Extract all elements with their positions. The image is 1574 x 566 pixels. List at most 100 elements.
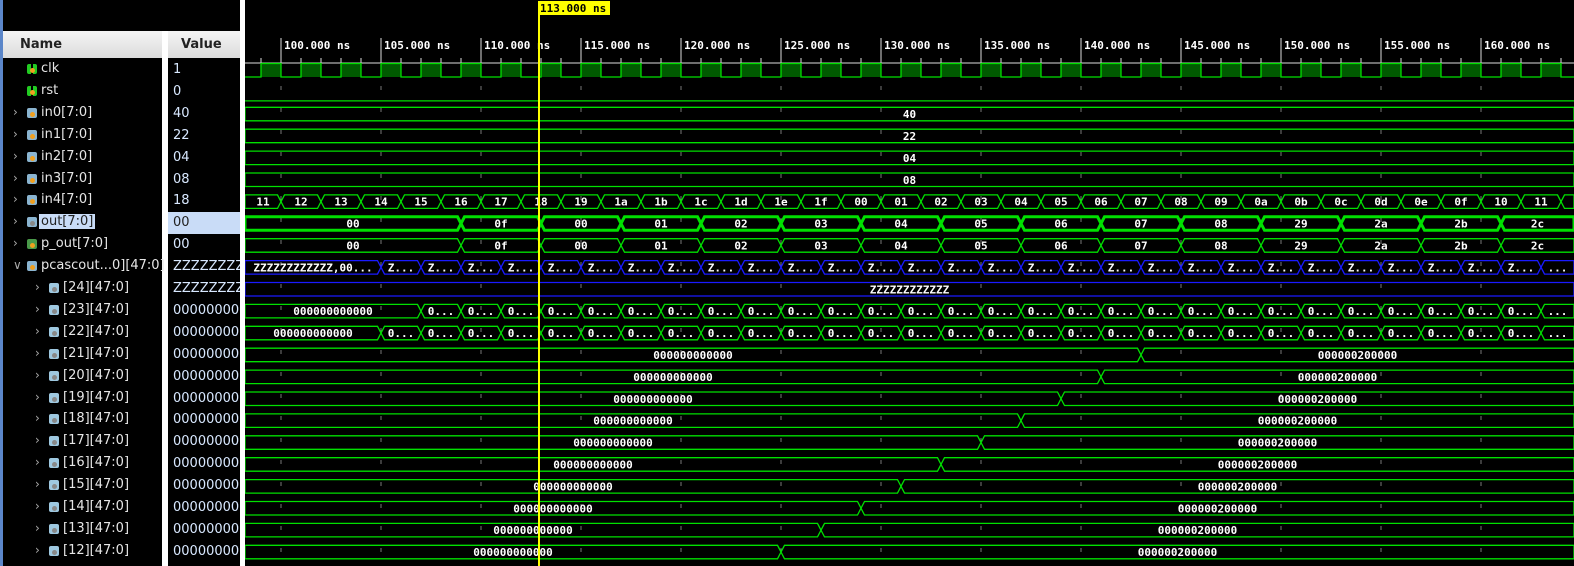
waveform-17470: 000000000000 000000200000 [245, 435, 1574, 450]
clock-high-pulse [1541, 63, 1561, 77]
signal-row[interactable]: › [24][47:0] ZZZZZZZZ [3, 278, 240, 300]
expand-chevron-icon[interactable]: › [35, 368, 40, 382]
bus-signal-icon [27, 129, 37, 140]
signal-row[interactable]: › [13][47:0] 000000000 [3, 519, 240, 541]
expand-chevron-icon[interactable]: › [35, 346, 40, 360]
bus-value-label: 0... [1388, 305, 1415, 318]
signal-name[interactable]: [14][47:0] [61, 499, 131, 514]
signal-row[interactable]: › [19][47:0] 000000000 [3, 388, 240, 410]
expand-chevron-icon[interactable]: › [35, 477, 40, 491]
signal-name[interactable]: in0[7:0] [39, 105, 94, 120]
bus-value-label: 000000000000 [573, 437, 652, 450]
expand-chevron-icon[interactable]: › [13, 149, 18, 163]
bus-value-label: Z... [1308, 261, 1335, 274]
bus-value-label: 07 [1134, 218, 1147, 231]
bus-segment [1560, 194, 1574, 210]
signal-row[interactable]: rst 0 [3, 81, 240, 103]
signal-row[interactable]: › p_out[7:0] 00 [3, 234, 240, 256]
signal-row[interactable]: › [17][47:0] 000000000 [3, 431, 240, 453]
waveform-area[interactable]: 100.000 ns 105.000 ns 110.000 ns 115.000 ns… [245, 0, 1574, 566]
bus-value-label: 0... [628, 305, 655, 318]
bus-value-label: 0... [1268, 305, 1295, 318]
bus-value-label: 2b [1454, 239, 1468, 252]
bus-value-label: 0... [1508, 327, 1535, 340]
signal-name[interactable]: in3[7:0] [39, 171, 94, 186]
signal-row[interactable]: › [15][47:0] 000000000 [3, 475, 240, 497]
signal-name[interactable]: [13][47:0] [61, 521, 131, 536]
signal-name[interactable]: [18][47:0] [61, 411, 131, 426]
signal-name[interactable]: [19][47:0] [61, 390, 131, 405]
signal-name[interactable]: in2[7:0] [39, 149, 94, 164]
expand-chevron-icon[interactable]: › [35, 433, 40, 447]
signal-row[interactable]: › [22][47:0] 0000000010 [3, 322, 240, 344]
signal-row[interactable]: › [14][47:0] 000000000 [3, 497, 240, 519]
signal-row[interactable]: › in4[7:0] 18 [3, 190, 240, 212]
signal-row[interactable]: clk 1 [3, 59, 240, 81]
expand-chevron-icon[interactable]: › [13, 171, 18, 185]
bus-value-label: 11 [1534, 196, 1548, 209]
bus-value-label: 05 [974, 239, 987, 252]
signal-row[interactable]: › in2[7:0] 04 [3, 147, 240, 169]
expand-chevron-icon[interactable]: › [35, 499, 40, 513]
expand-chevron-icon[interactable]: › [13, 214, 18, 228]
expand-chevron-icon[interactable]: › [35, 543, 40, 557]
signal-row[interactable]: › in1[7:0] 22 [3, 125, 240, 147]
signal-name[interactable]: [23][47:0] [61, 302, 131, 317]
bus-value-label: 000000000000 [473, 546, 552, 559]
expand-chevron-icon[interactable]: › [13, 105, 18, 119]
signal-name[interactable]: out[7:0] [39, 214, 96, 230]
expand-chevron-icon[interactable]: › [35, 280, 40, 294]
bus-value-label: 01 [894, 196, 908, 209]
value-column-header[interactable]: Value [168, 31, 240, 58]
signal-name[interactable]: [22][47:0] [61, 324, 131, 339]
bus-value-label: 000000000000 [513, 502, 592, 515]
signal-name[interactable]: pcascout...0][47:0] [39, 258, 167, 273]
bus-value-label: 04 [903, 152, 917, 165]
time-label: 100.000 ns [284, 39, 350, 52]
bus-value-label: 06 [1094, 196, 1108, 209]
bus-value-label: 02 [734, 239, 747, 252]
signal-name[interactable]: in4[7:0] [39, 192, 94, 207]
bus-value-label: 1b [654, 196, 668, 209]
signal-row[interactable]: › [23][47:0] 000000008 [3, 300, 240, 322]
signal-row[interactable]: › out[7:0] 00 [3, 212, 240, 235]
expand-chevron-icon[interactable]: › [35, 324, 40, 338]
signal-row[interactable]: › in0[7:0] 40 [3, 103, 240, 125]
signal-name[interactable]: clk [39, 61, 61, 76]
signal-name[interactable]: [24][47:0] [61, 280, 131, 295]
expand-chevron-icon[interactable]: › [13, 127, 18, 141]
expand-chevron-icon[interactable]: › [13, 236, 18, 250]
signal-name[interactable]: [21][47:0] [61, 346, 131, 361]
bus-value-label: 0... [988, 305, 1015, 318]
signal-row[interactable]: › [18][47:0] 000000000 [3, 409, 240, 431]
signal-row[interactable]: › [20][47:0] 000000000 [3, 366, 240, 388]
signal-name[interactable]: in1[7:0] [39, 127, 94, 142]
signal-name[interactable]: [20][47:0] [61, 368, 131, 383]
time-label: 105.000 ns [384, 39, 450, 52]
signal-name[interactable]: p_out[7:0] [39, 236, 110, 251]
bus-value-label: ... [1548, 261, 1568, 274]
bus-signal-icon [49, 436, 59, 447]
bus-value-label: Z... [1228, 261, 1255, 274]
bus-value-label: 000000200000 [1278, 393, 1357, 406]
signal-name[interactable]: [12][47:0] [61, 543, 131, 558]
expand-chevron-icon[interactable]: › [35, 302, 40, 316]
signal-row[interactable]: ∨ pcascout...0][47:0] ZZZZZZZZ [3, 256, 240, 278]
signal-name[interactable]: [16][47:0] [61, 455, 131, 470]
signal-row[interactable]: › [12][47:0] 000000000 [3, 541, 240, 563]
signal-name[interactable]: [15][47:0] [61, 477, 131, 492]
bus-signal-icon [49, 283, 59, 293]
signal-row[interactable]: › in3[7:0] 08 [3, 169, 240, 191]
expand-chevron-icon[interactable]: › [13, 192, 18, 206]
name-column-header[interactable]: Name [3, 31, 162, 58]
bus-value-label: 0... [828, 327, 855, 340]
expand-chevron-icon[interactable]: › [35, 521, 40, 535]
expand-chevron-icon[interactable]: › [35, 455, 40, 469]
signal-name[interactable]: rst [39, 83, 60, 98]
expand-chevron-icon[interactable]: › [35, 390, 40, 404]
expand-chevron-icon[interactable]: › [35, 411, 40, 425]
collapse-chevron-icon[interactable]: ∨ [13, 258, 22, 272]
signal-row[interactable]: › [21][47:0] 000000000 [3, 344, 240, 366]
signal-name[interactable]: [17][47:0] [61, 433, 131, 448]
signal-row[interactable]: › [16][47:0] 000000000 [3, 453, 240, 475]
